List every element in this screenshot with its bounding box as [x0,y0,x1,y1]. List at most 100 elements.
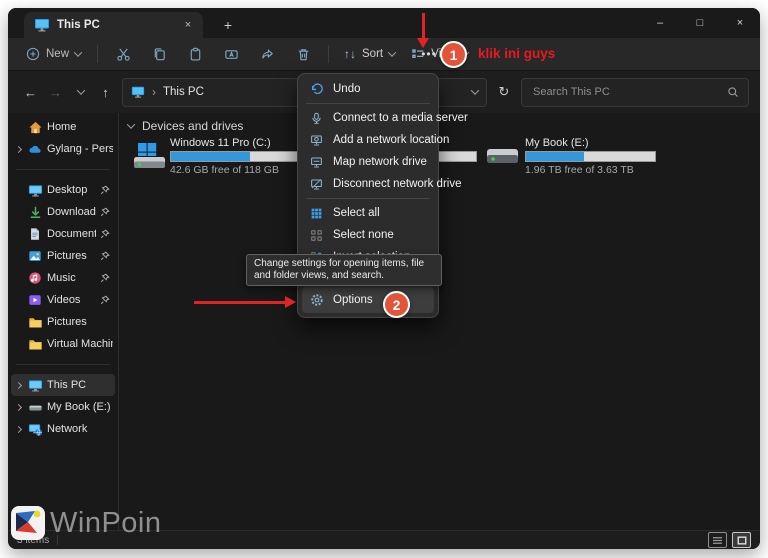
cut-button[interactable] [106,41,140,67]
disconnect-network-drive-icon [309,177,324,192]
sidebar-item-desktop[interactable]: Desktop [11,179,115,201]
desktop-monitor-icon [27,182,43,198]
chevron-down-icon [387,48,397,57]
tab-this-pc[interactable]: This PC × [24,12,203,38]
menu-item-select-none[interactable]: Select none [302,224,434,246]
delete-button[interactable] [286,41,320,67]
new-button[interactable]: New [18,41,89,67]
pictures-icon [27,248,43,264]
refresh-button[interactable]: ↻ [491,80,517,104]
undo-icon [309,82,324,97]
navigation-pane: Home Gylang - Personal Desktop Downloads [8,113,119,530]
sidebar-item-label: Music [47,272,76,284]
sidebar-item-my-book[interactable]: My Book (E:) [11,396,115,418]
sidebar-item-network[interactable]: Network [11,418,115,440]
chevron-right-icon[interactable] [14,425,22,433]
sidebar-item-label: Network [47,423,88,435]
address-dropdown-icon[interactable] [470,86,480,95]
sidebar-item-this-pc[interactable]: This PC [11,374,115,396]
section-header-devices-and-drives[interactable]: Devices and drives [124,119,243,133]
copy-button[interactable] [142,41,176,67]
this-pc-monitor-icon [27,377,43,393]
section-label: Devices and drives [142,119,244,133]
sidebar-item-label: My Book (E:) [47,401,111,413]
sidebar-divider [16,169,110,170]
breadcrumb-location[interactable]: This PC [163,86,204,98]
annotation-arrow-1 [422,13,425,39]
sidebar-item-virtual-machine[interactable]: Virtual Machine [11,333,115,355]
winpoin-watermark: WinPoin [10,505,162,541]
sidebar-item-label: Desktop [47,184,88,196]
thumbnails-view-toggle[interactable] [732,532,751,548]
menu-item-label: Options [333,294,373,306]
menu-item-label: Add a network location [333,134,450,146]
pin-icon [100,207,110,217]
sidebar-item-pictures-folder[interactable]: Pictures [11,311,115,333]
paste-icon [190,47,200,60]
sidebar-divider [16,364,110,365]
minimize-button[interactable]: – [640,8,680,38]
back-button[interactable]: ← [19,80,42,104]
items-view: Devices and drives Windows 11 Pro (C:) 4… [119,113,760,530]
sidebar-item-label: Gylang - Personal [47,143,113,155]
sidebar-item-onedrive[interactable]: Gylang - Personal [11,138,115,160]
winpoin-logo-icon [11,506,45,540]
details-view-toggle[interactable] [708,532,727,548]
new-tab-button[interactable]: + [217,14,239,36]
menu-item-undo[interactable]: Undo [302,78,434,100]
new-button-label: New [46,48,70,60]
tab-close-icon[interactable]: × [179,16,197,34]
map-network-drive-icon [309,155,324,170]
up-button[interactable]: ↑ [94,80,117,104]
paste-button[interactable] [178,41,212,67]
menu-item-options[interactable]: Options [302,287,434,313]
menu-item-disconnect-network-drive[interactable]: Disconnect network drive [302,173,461,195]
menu-separator [306,103,430,104]
sidebar-item-label: Videos [47,294,81,306]
search-input[interactable] [531,85,721,99]
chevron-right-icon[interactable] [14,145,22,153]
chevron-down-icon[interactable] [126,120,136,129]
menu-separator [306,198,430,199]
this-pc-monitor-icon [35,19,49,32]
chevron-right-icon[interactable] [14,381,22,389]
share-button[interactable] [250,41,284,67]
add-network-location-icon [309,133,324,148]
close-window-button[interactable]: × [720,8,760,38]
winpoin-text: WinPoin [50,506,162,539]
menu-item-connect-media-server[interactable]: Connect to a media server [302,107,468,129]
toolbar-divider [97,45,99,63]
sidebar-item-videos[interactable]: Videos [11,289,115,311]
forward-button[interactable]: → [44,80,67,104]
menu-item-map-network-drive[interactable]: Map network drive [302,151,434,173]
drive-icon [27,399,43,415]
sidebar-item-documents[interactable]: Documents [11,223,115,245]
sidebar-item-label: Downloads [47,206,96,218]
chevron-right-icon[interactable] [14,403,22,411]
pin-icon [100,229,110,239]
sort-button[interactable]: ↑↓ Sort [337,41,402,67]
sidebar-item-home[interactable]: Home [11,116,115,138]
drive-tile-windows-c[interactable]: Windows 11 Pro (C:) 42.6 GB free of 118 … [132,137,301,176]
folder-icon [27,314,43,330]
sidebar-item-pictures[interactable]: Pictures [11,245,115,267]
music-icon [27,270,43,286]
drive-usage-bar [525,151,656,162]
folder-icon [27,336,43,352]
annotation-step-2-badge: 2 [383,291,410,318]
rename-button[interactable] [214,41,248,67]
annotation-step-1-text: klik ini guys [478,46,556,61]
sidebar-item-label: This PC [47,379,87,391]
sidebar-item-label: Documents [47,228,96,240]
maximize-button[interactable]: □ [680,8,720,38]
search-box[interactable] [521,77,749,107]
sidebar-item-music[interactable]: Music [11,267,115,289]
recent-locations-button[interactable] [69,80,92,104]
menu-item-select-all[interactable]: Select all [302,202,434,224]
menu-item-label: Select none [333,229,394,241]
drive-tile-my-book-e[interactable]: My Book (E:) 1.96 TB free of 3.63 TB [485,137,656,176]
sidebar-item-downloads[interactable]: Downloads [11,201,115,223]
menu-item-add-network-location[interactable]: Add a network location [302,129,449,151]
title-bar: This PC × + – □ × [8,8,760,38]
pin-icon [100,295,110,305]
